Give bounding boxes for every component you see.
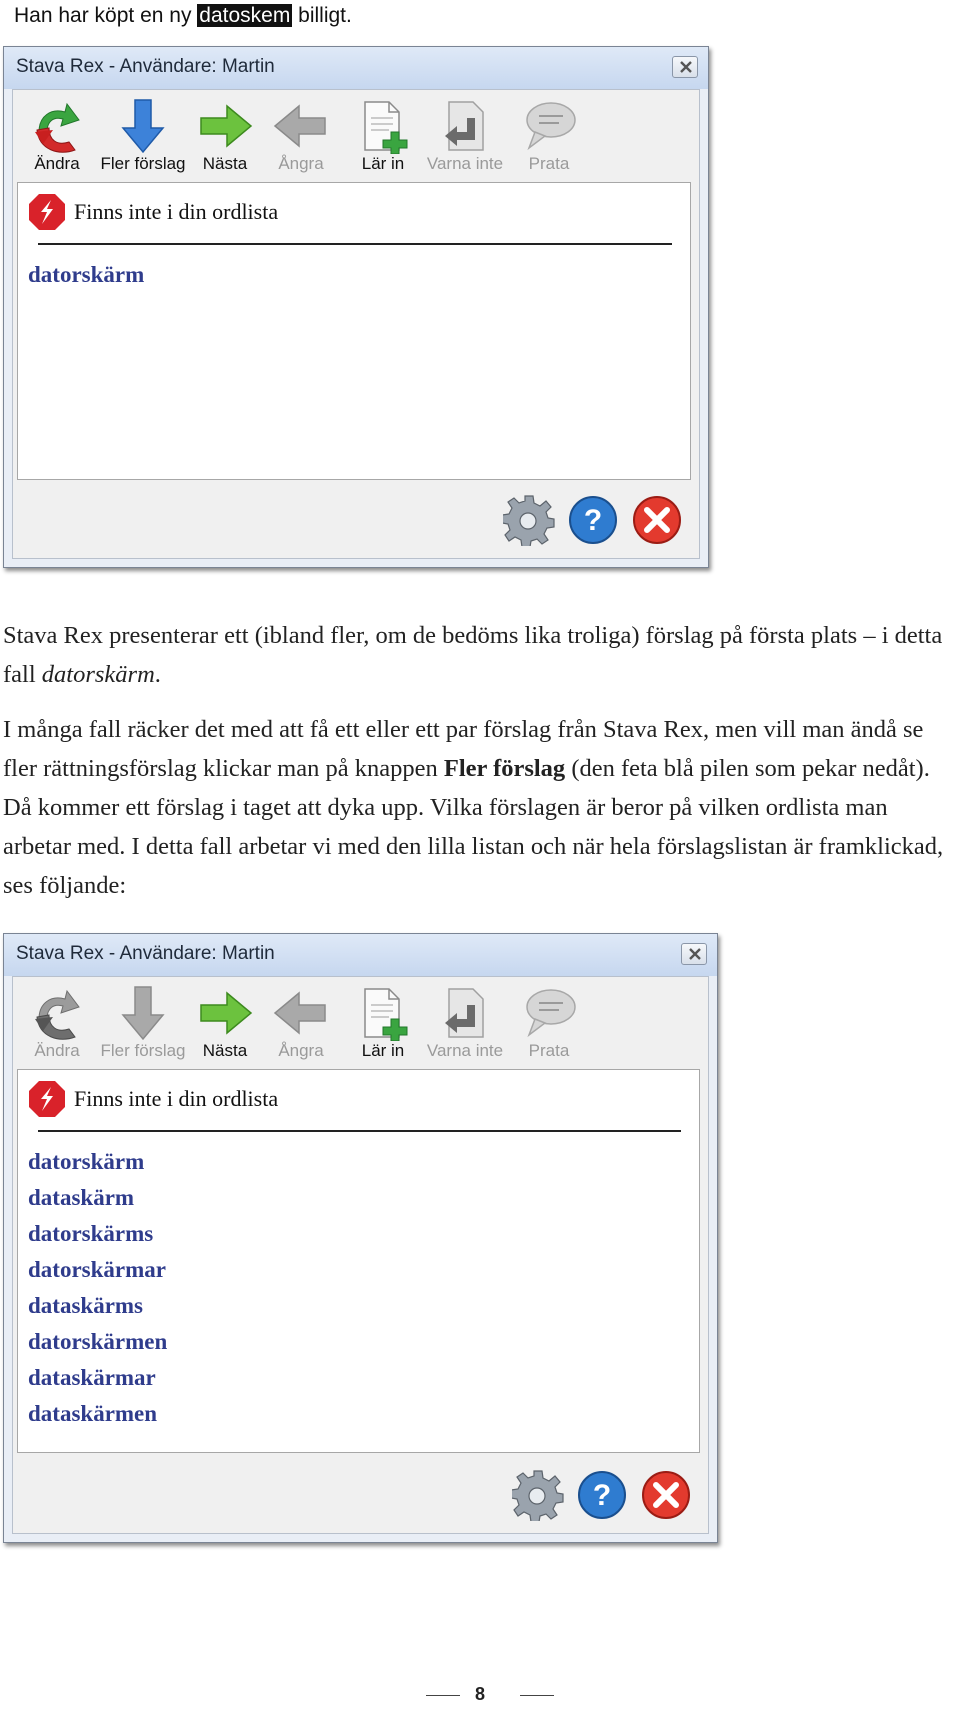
toolbar-button-andra[interactable]: Ändra: [17, 979, 97, 1067]
suggestion-item[interactable]: dataskärms: [28, 1288, 167, 1324]
help-icon[interactable]: ?: [576, 1469, 628, 1521]
intro-highlight: datoskem: [197, 4, 293, 27]
title-bar: Stava Rex - Användare: Martin: [4, 934, 717, 976]
document-back-icon: [445, 988, 484, 1038]
close-icon: [680, 61, 692, 73]
window-client: Ändra Fler förslag Nästa Ångra Lär in Va…: [12, 976, 709, 1534]
stop-sign-icon: [29, 194, 65, 230]
document-back-icon: [445, 101, 484, 151]
window-title: Stava Rex - Användare: Martin: [16, 56, 275, 77]
paragraph-2: I många fall räcker det med att få ett e…: [3, 710, 958, 905]
stava-rex-window-1: Stava Rex - Användare: Martin Ändra Fler…: [3, 46, 709, 568]
left-arrow-icon: [273, 991, 326, 1035]
paragraph-1-end: .: [154, 661, 161, 688]
svg-text:?: ?: [584, 504, 602, 537]
right-arrow-icon: [200, 104, 253, 148]
speech-bubble-icon: [526, 989, 576, 1038]
document-add-icon: [364, 988, 408, 1041]
toolbar-label: Prata: [528, 154, 570, 173]
document-add-icon: [364, 101, 408, 154]
settings-gear-icon[interactable]: [503, 494, 555, 546]
suggestion-panel: Finns inte i din ordlista datorskärm dat…: [17, 1069, 700, 1453]
settings-gear-icon[interactable]: [512, 1469, 564, 1521]
change-icon: [35, 989, 80, 1040]
suggestion-item[interactable]: datorskärms: [28, 1216, 167, 1252]
paragraph-1-italic: datorskärm: [41, 661, 155, 688]
toolbar: Ändra Fler förslag Nästa Ångra Lär in Va…: [17, 92, 695, 180]
cancel-icon[interactable]: [640, 1469, 692, 1521]
intro-sentence: Han har köpt en ny datoskem billigt.: [14, 2, 352, 30]
divider: [38, 243, 672, 245]
toolbar-label: Ändra: [34, 1041, 80, 1060]
intro-after: billigt.: [292, 4, 352, 27]
divider: [38, 1130, 681, 1132]
toolbar-button-angra[interactable]: Ångra: [261, 979, 341, 1067]
toolbar-button-varna-inte[interactable]: Varna inte: [425, 92, 505, 180]
suggestion-panel: Finns inte i din ordlista datorskärm: [17, 182, 691, 480]
status-text: Finns inte i din ordlista: [74, 199, 279, 224]
window-title: Stava Rex - Användare: Martin: [16, 943, 275, 964]
paragraph-2-bold: Fler förslag: [443, 755, 566, 782]
right-arrow-icon: [200, 991, 253, 1035]
bottom-buttons: ?: [498, 1469, 698, 1525]
intro-before: Han har köpt en ny: [14, 4, 198, 27]
suggestion-item[interactable]: datorskärmen: [28, 1324, 167, 1360]
toolbar-button-lar-in[interactable]: Lär in: [343, 92, 423, 180]
help-icon[interactable]: ?: [567, 494, 619, 546]
toolbar-button-varna-inte[interactable]: Varna inte: [425, 979, 505, 1067]
suggestion-item[interactable]: dataskärm: [28, 1180, 167, 1216]
toolbar-button-andra[interactable]: Ändra: [17, 92, 97, 180]
status-text: Finns inte i din ordlista: [74, 1086, 279, 1111]
suggestion-item[interactable]: datorskärm: [28, 257, 144, 293]
svg-text:?: ?: [593, 1479, 611, 1512]
title-bar: Stava Rex - Användare: Martin: [4, 47, 708, 89]
toolbar-button-angra[interactable]: Ångra: [261, 92, 341, 180]
toolbar-button-fler-forslag[interactable]: Fler förslag: [100, 979, 186, 1067]
toolbar-button-fler-forslag[interactable]: Fler förslag: [100, 92, 186, 180]
suggestion-item[interactable]: dataskärmen: [28, 1396, 167, 1432]
page-number: 8: [474, 1684, 485, 1704]
change-icon: [35, 102, 80, 153]
suggestion-item[interactable]: dataskärmar: [28, 1360, 167, 1396]
toolbar-label: Prata: [528, 1041, 570, 1060]
window-close-button[interactable]: [672, 56, 698, 78]
down-arrow-icon: [121, 986, 165, 1041]
window-close-button[interactable]: [681, 943, 707, 965]
toolbar-button-prata[interactable]: Prata: [509, 92, 589, 180]
window-client: Ändra Fler förslag Nästa Ångra Lär in Va…: [12, 89, 700, 559]
toolbar-button-prata[interactable]: Prata: [509, 979, 589, 1067]
left-arrow-icon: [273, 104, 326, 148]
footer-rule-right: [520, 1695, 554, 1696]
toolbar-button-lar-in[interactable]: Lär in: [343, 979, 423, 1067]
paragraph-1: Stava Rex presenterar ett (ibland fler, …: [3, 616, 958, 694]
speech-bubble-icon: [526, 102, 576, 151]
cancel-icon[interactable]: [631, 494, 683, 546]
stop-sign-icon: [29, 1081, 65, 1117]
down-arrow-icon: [121, 99, 165, 154]
close-icon: [689, 948, 701, 960]
suggestion-item[interactable]: datorskärmar: [28, 1252, 167, 1288]
suggestion-list: datorskärm dataskärm datorskärms datorsk…: [28, 1144, 167, 1432]
toolbar-label: Ändra: [34, 154, 80, 173]
suggestion-item[interactable]: datorskärm: [28, 1144, 167, 1180]
toolbar: Ändra Fler förslag Nästa Ångra Lär in Va…: [17, 979, 704, 1067]
page-footer: 8: [0, 1684, 960, 1708]
stava-rex-window-2: Stava Rex - Användare: Martin Ändra Fler…: [3, 933, 718, 1543]
bottom-buttons: ?: [489, 494, 689, 550]
suggestion-list: datorskärm: [28, 257, 144, 293]
